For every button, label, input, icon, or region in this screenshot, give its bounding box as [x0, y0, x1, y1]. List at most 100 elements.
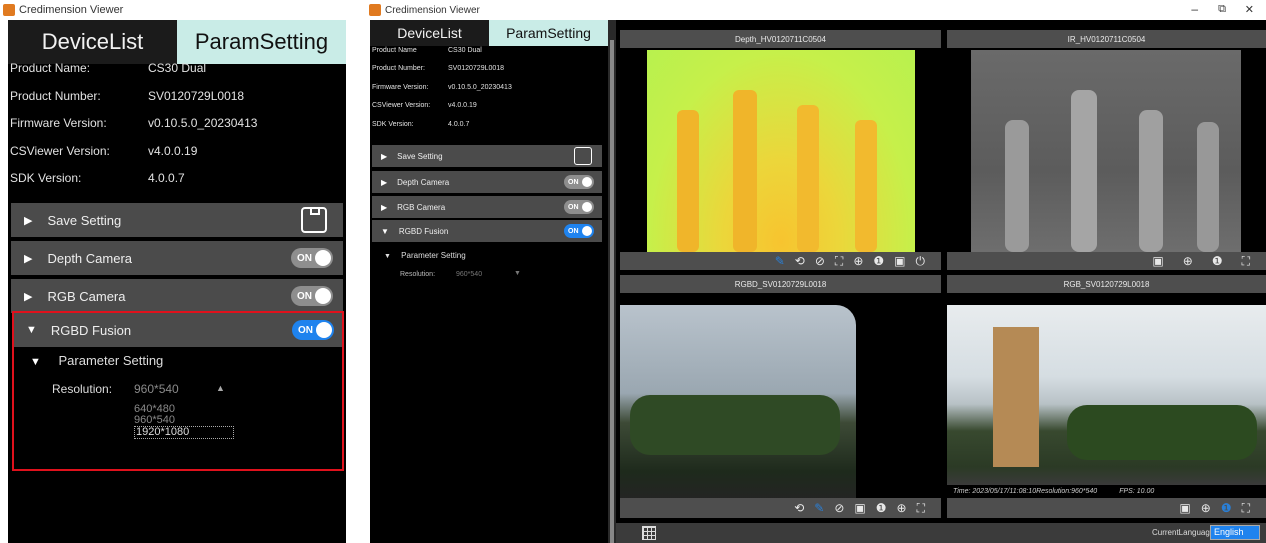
rgb-view-toolbar: ▣ ⊕ ❶ ⛶	[947, 498, 1266, 518]
left-save-setting-label: Save Setting	[47, 212, 122, 228]
dropdown-down-icon[interactable]: ▼	[514, 270, 521, 277]
expand-right-icon: ▶	[381, 151, 388, 161]
info-icon[interactable]: ❶	[876, 501, 887, 515]
close-icon[interactable]: ✕	[1245, 3, 1254, 16]
bottom-status-bar: CurrentLanguage English	[616, 523, 1266, 543]
right-rgbd-fusion-label: RGBD Fusion	[398, 226, 449, 236]
record-icon[interactable]: ⊕	[1201, 501, 1211, 515]
brush-icon[interactable]: ✎	[814, 501, 824, 515]
rgb-view-header: RGB_SV0120729L0018	[947, 275, 1266, 293]
left-rgb-camera-toggle[interactable]: ON	[291, 286, 333, 306]
right-depth-camera-section[interactable]: ▶ Depth Camera ON	[372, 171, 602, 193]
info-value: SV0120729L0018	[448, 65, 505, 72]
left-tab-param-setting[interactable]: ParamSetting	[177, 20, 346, 64]
left-depth-camera-section[interactable]: ▶ Depth Camera ON	[11, 241, 343, 275]
right-rgb-camera-toggle[interactable]: ON	[564, 200, 594, 214]
save-icon[interactable]: ▣	[854, 501, 865, 515]
save-disk-icon[interactable]	[301, 207, 327, 233]
save-icon[interactable]: ▣	[1152, 254, 1163, 268]
expand-down-icon: ▼	[384, 253, 391, 260]
info-icon[interactable]: ❶	[1212, 254, 1223, 268]
left-save-setting-section[interactable]: ▶ Save Setting	[11, 203, 343, 237]
rotate-icon[interactable]: ⟲	[794, 501, 804, 515]
right-window-title: Credimension Viewer	[385, 4, 480, 16]
right-parameter-setting-header[interactable]: ▼ Parameter Setting	[384, 251, 466, 260]
minimize-icon[interactable]: –	[1191, 2, 1198, 16]
save-icon[interactable]: ▣	[894, 254, 905, 268]
hide-icon[interactable]: ⊘	[834, 501, 844, 515]
depth-image[interactable]	[647, 50, 915, 252]
right-depth-camera-toggle[interactable]: ON	[564, 175, 594, 189]
rgb-time-resolution-text: Time: 2023/05/17/11:08:10Resolution:960*…	[953, 488, 1098, 495]
info-label: Product Name:	[10, 61, 91, 75]
right-resolution-select[interactable]: 960*540	[456, 271, 482, 278]
left-parameter-setting-header[interactable]: ▼ Parameter Setting	[30, 353, 163, 368]
right-tab-device-list[interactable]: DeviceList	[370, 20, 489, 46]
rgbd-view-toolbar: ⟲ ✎ ⊘ ▣ ❶ ⊕ ⛶	[620, 498, 941, 518]
info-value: 4.0.0.7	[448, 120, 470, 128]
record-icon[interactable]: ⊕	[853, 254, 863, 268]
right-rgbd-fusion-section[interactable]: ▼ RGBD Fusion ON	[372, 220, 602, 242]
panel-splitter[interactable]	[608, 20, 616, 543]
right-title-bar: Credimension Viewer – ⧉ ✕	[366, 0, 1266, 20]
right-rgb-camera-section[interactable]: ▶ RGB Camera ON	[372, 196, 602, 218]
fullscreen-icon[interactable]: ⛶	[835, 254, 843, 269]
ir-image[interactable]	[971, 50, 1241, 252]
fullscreen-icon[interactable]: ⛶	[917, 501, 925, 516]
info-value: v0.10.5.0_20230413	[148, 116, 258, 130]
save-icon[interactable]: ▣	[1179, 501, 1190, 515]
left-rgbd-fusion-toggle[interactable]: ON	[292, 320, 334, 340]
info-label: SDK Version:	[372, 120, 414, 128]
record-icon[interactable]: ⊕	[1183, 254, 1193, 268]
left-depth-camera-toggle[interactable]: ON	[291, 248, 333, 268]
left-resolution-label: Resolution:	[52, 382, 113, 396]
ir-view-toolbar: ▣ ⊕ ❶ ⛶	[947, 252, 1266, 270]
resolution-option[interactable]: 960*540	[134, 415, 234, 426]
info-value: v4.0.0.19	[148, 143, 198, 158]
toggle-on-label: ON	[568, 227, 579, 235]
resolution-option-selected[interactable]: 1920*1080	[134, 426, 234, 439]
right-tab-param-setting[interactable]: ParamSetting	[489, 20, 608, 46]
expand-down-icon: ▼	[26, 324, 37, 336]
language-select[interactable]: English	[1210, 525, 1260, 540]
dropdown-up-icon[interactable]: ▲	[216, 383, 225, 393]
info-icon[interactable]: ❶	[1221, 501, 1232, 515]
app-logo-icon	[369, 4, 381, 16]
maximize-icon[interactable]: ⧉	[1218, 3, 1226, 16]
info-label: SDK Version:	[10, 171, 82, 185]
left-rgb-camera-section[interactable]: ▶ RGB Camera ON	[11, 279, 343, 313]
left-rgb-camera-label: RGB Camera	[47, 288, 126, 304]
right-rgbd-fusion-toggle[interactable]: ON	[564, 224, 594, 238]
expand-right-icon: ▶	[24, 290, 33, 303]
expand-right-icon: ▶	[381, 202, 388, 212]
ir-view-header: IR_HV0120711C0504	[947, 30, 1266, 48]
rgb-image[interactable]	[947, 305, 1266, 485]
left-param-panel: DeviceList ParamSetting Product Name: CS3…	[8, 20, 346, 543]
info-value: CS30 Dual	[448, 46, 482, 54]
info-value: CS30 Dual	[148, 61, 207, 75]
left-rgbd-fusion-section[interactable]: ▼ RGBD Fusion ON	[14, 313, 342, 347]
expand-down-icon: ▼	[381, 226, 389, 236]
save-disk-icon[interactable]	[574, 147, 592, 165]
left-resolution-select[interactable]: 960*540	[134, 382, 179, 396]
rgbd-image[interactable]	[620, 305, 856, 501]
right-resolution-label: Resolution:	[400, 271, 436, 278]
grid-layout-icon[interactable]	[642, 526, 656, 540]
power-icon[interactable]: ⏻	[916, 254, 926, 269]
current-language-label: CurrentLanguage	[1152, 528, 1215, 537]
brush-icon[interactable]: ✎	[775, 254, 785, 268]
hide-icon[interactable]: ⊘	[815, 254, 825, 268]
info-icon[interactable]: ❶	[873, 254, 884, 268]
left-tab-device-list[interactable]: DeviceList	[8, 20, 177, 64]
info-label: Firmware Version:	[10, 116, 107, 130]
record-icon[interactable]: ⊕	[897, 501, 907, 515]
fullscreen-icon[interactable]: ⛶	[1242, 254, 1250, 269]
right-save-setting-section[interactable]: ▶ Save Setting	[372, 145, 602, 167]
fullscreen-icon[interactable]: ⛶	[1242, 501, 1250, 516]
app-logo-icon	[3, 4, 15, 16]
right-save-setting-label: Save Setting	[397, 151, 443, 161]
expand-right-icon: ▶	[381, 177, 388, 187]
rgb-status-overlay: Time: 2023/05/17/11:08:10Resolution:960*…	[947, 485, 1266, 498]
rotate-icon[interactable]: ⟲	[795, 254, 805, 268]
toggle-on-label: ON	[568, 178, 579, 186]
